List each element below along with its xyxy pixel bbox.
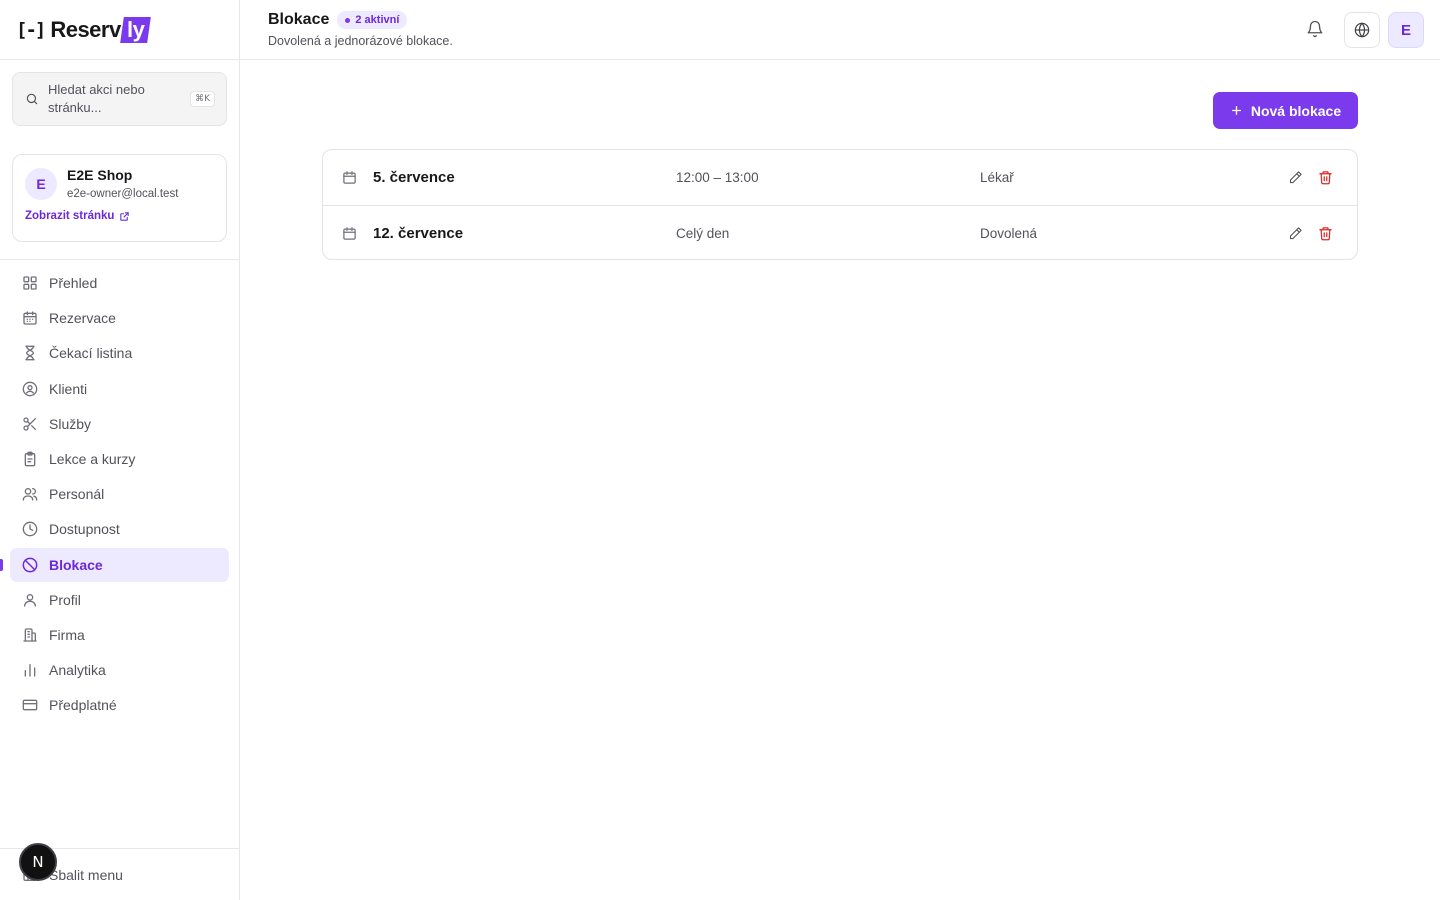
new-block-button[interactable]: Nová blokace: [1213, 92, 1358, 129]
sidebar-item-blokace[interactable]: Blokace: [10, 547, 229, 582]
badge-label: 2 aktivní: [355, 14, 400, 26]
logo-main: Reserv: [50, 16, 121, 42]
app-logo[interactable]: [-] Reserv ly: [16, 16, 151, 43]
dev-tools-button[interactable]: N: [19, 843, 57, 881]
sidebar: [-] Reserv ly Hledat akci nebo stránku..…: [0, 0, 240, 900]
sidebar-item-label: Profil: [49, 591, 81, 608]
calendar-icon: [343, 226, 356, 240]
ban-icon: [22, 557, 38, 572]
sidebar-item-label: Předplatné: [49, 697, 117, 714]
sidebar-item-label: Rezervace: [49, 310, 116, 327]
external-link-icon: [120, 211, 130, 221]
status-dot: [345, 17, 351, 23]
search-icon: [26, 93, 38, 105]
delete-button[interactable]: [1318, 226, 1333, 241]
sidebar-item-label: Firma: [49, 626, 85, 643]
search-placeholder: Hledat akci nebo stránku...: [48, 82, 145, 115]
building-icon: [23, 628, 37, 642]
sidebar-item-rezervace[interactable]: Rezervace: [10, 301, 229, 335]
calendar-icon: [23, 311, 37, 325]
block-time: Celý den: [676, 225, 730, 241]
sidebar-item-cekaci-listina[interactable]: Čekací listina: [10, 336, 229, 370]
clipboard-icon: [24, 451, 36, 467]
notifications-button[interactable]: [1306, 20, 1324, 38]
pencil-icon: [1289, 226, 1302, 239]
grid-icon: [23, 276, 37, 290]
edit-button[interactable]: [1288, 226, 1303, 241]
view-page-link[interactable]: Zobrazit stránku: [25, 210, 214, 222]
sidebar-item-label: Klienti: [49, 380, 88, 397]
sidebar-item-lekce-a-kurzy[interactable]: Lekce a kurzy: [10, 442, 229, 476]
trash-icon: [1319, 171, 1332, 185]
sidebar-item-label: Služby: [49, 415, 92, 432]
block-date: 12. července: [373, 224, 464, 242]
calendar-icon: [343, 171, 356, 184]
sidebar-item-prehled[interactable]: Přehled: [10, 266, 229, 300]
new-block-label: Nová blokace: [1250, 102, 1342, 119]
account-name: E2E Shop: [67, 167, 133, 183]
sidebar-item-personal[interactable]: Personál: [10, 477, 229, 511]
logo-accent: ly: [119, 16, 151, 43]
trash-icon: [1319, 226, 1332, 240]
block-reason: Dovolená: [980, 225, 1038, 241]
user-icon: [24, 593, 36, 607]
logo-accent-text: ly: [126, 16, 145, 42]
collapse-menu-label: Sbalit menu: [49, 866, 123, 883]
bar-chart-icon: [24, 664, 36, 677]
hourglass-icon: [25, 346, 35, 361]
blocks-list: 5. července 12:00 – 13:00 Lékař 12. červ…: [322, 149, 1358, 260]
logo-row: [-] Reserv ly: [0, 0, 239, 60]
account-avatar: E: [25, 168, 57, 200]
block-date: 5. července: [373, 169, 455, 186]
sidebar-item-klienti[interactable]: Klienti: [10, 372, 229, 406]
scissors-icon: [23, 417, 36, 431]
sidebar-item-profil[interactable]: Profil: [10, 583, 229, 617]
account-info: E2E Shop e2e-owner@local.test: [67, 167, 178, 200]
bell-icon: [1307, 20, 1323, 38]
user-menu-button[interactable]: E: [1388, 12, 1424, 48]
active-nav-indicator: [0, 559, 3, 571]
sidebar-item-label: Přehled: [49, 275, 98, 291]
pencil-icon: [1289, 171, 1302, 184]
block-time: 12:00 – 13:00: [676, 170, 759, 185]
users-icon: [22, 488, 38, 501]
block-row: 5. července 12:00 – 13:00 Lékař: [323, 150, 1357, 205]
active-count-badge: 2 aktivní: [337, 11, 408, 29]
sidebar-item-label: Lekce a kurzy: [49, 450, 136, 467]
sidebar-item-label: Dostupnost: [49, 521, 120, 538]
sidebar-item-sluzby[interactable]: Služby: [10, 407, 229, 441]
page-title: Blokace: [268, 11, 330, 28]
command-search[interactable]: Hledat akci nebo stránku... ⌘K: [12, 72, 227, 126]
account-email: e2e-owner@local.test: [67, 188, 179, 200]
sidebar-item-predplatne[interactable]: Předplatné: [10, 688, 229, 722]
plus-icon: [1231, 106, 1241, 115]
search-shortcut: ⌘K: [190, 91, 215, 107]
logo-bracket: [-]: [16, 18, 46, 41]
clock-icon: [22, 521, 38, 537]
delete-button[interactable]: [1318, 170, 1333, 185]
view-page-label: Zobrazit stránku: [25, 210, 115, 222]
logo-wordmark: Reserv ly: [50, 16, 151, 43]
sidebar-item-firma[interactable]: Firma: [10, 618, 229, 652]
globe-icon: [1354, 22, 1370, 38]
edit-button[interactable]: [1288, 170, 1303, 185]
account-card: E E2E Shop e2e-owner@local.test Zobrazit…: [12, 154, 227, 242]
sidebar-nav: Přehled Rezervace Čekací listina Klienti…: [10, 266, 229, 723]
sidebar-item-label: Blokace: [49, 556, 103, 573]
page-header: Blokace 2 aktivní Dovolená a jednorázové…: [240, 0, 1440, 60]
title-row: Blokace 2 aktivní: [268, 11, 408, 29]
language-button[interactable]: [1344, 12, 1380, 48]
block-reason: Lékař: [980, 170, 1014, 185]
sidebar-item-dostupnost[interactable]: Dostupnost: [10, 512, 229, 546]
sidebar-item-analytika[interactable]: Analytika: [10, 653, 229, 687]
user-circle-icon: [22, 381, 38, 396]
block-row: 12. července Celý den Dovolená: [323, 205, 1357, 259]
page-subtitle: Dovolená a jednorázové blokace.: [268, 34, 453, 48]
sidebar-item-label: Personál: [49, 486, 105, 503]
credit-card-icon: [22, 699, 38, 711]
sidebar-item-label: Analytika: [49, 662, 106, 679]
sidebar-item-label: Čekací listina: [49, 345, 133, 362]
account-top: E E2E Shop e2e-owner@local.test: [25, 167, 214, 200]
sidebar-divider: [0, 259, 239, 260]
